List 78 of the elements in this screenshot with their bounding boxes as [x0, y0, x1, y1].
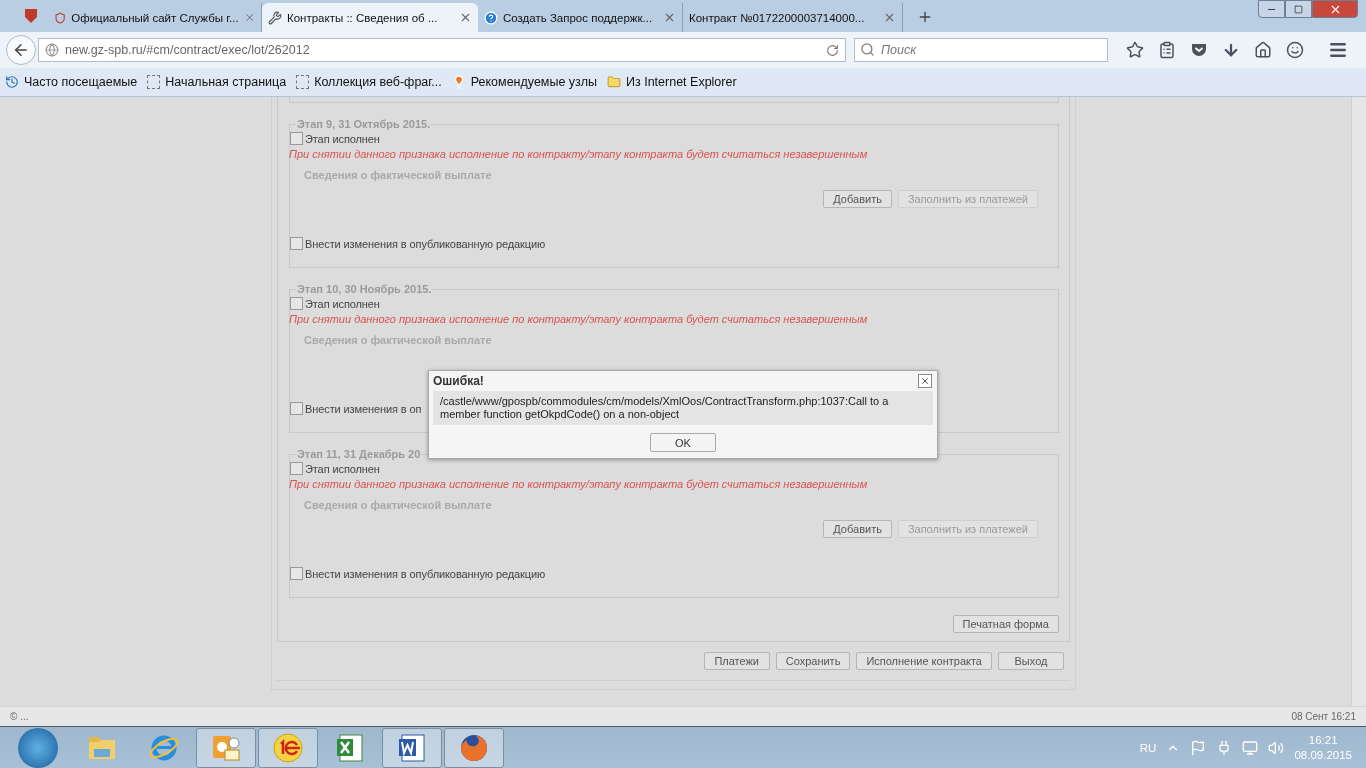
- browser-tab[interactable]: Контракты :: Сведения об ...: [262, 3, 478, 32]
- back-button[interactable]: [6, 35, 36, 65]
- stage-title: Этап 10, 30 Ноябрь 2015.: [296, 283, 433, 295]
- checkbox[interactable]: [290, 132, 303, 145]
- bookmark-link[interactable]: Рекомендуемые узлы: [470, 75, 597, 89]
- checkbox-label: Этап исполнен: [305, 132, 380, 145]
- checkbox-label: Внести изменения в оп: [305, 402, 422, 415]
- document-icon: [396, 731, 428, 764]
- search-icon: [860, 42, 875, 57]
- folder-icon: [607, 75, 621, 89]
- checkbox-label: Внести изменения в опубликованную редакцию: [305, 237, 546, 250]
- new-tab-icon[interactable]: [917, 9, 933, 25]
- close-icon[interactable]: [243, 11, 255, 24]
- menu-icon[interactable]: [1328, 40, 1348, 60]
- checkbox[interactable]: [290, 237, 303, 250]
- minimize-button[interactable]: [1258, 0, 1285, 18]
- page-icon: [296, 75, 310, 89]
- onec-logo-icon: [272, 731, 304, 764]
- pocket-icon[interactable]: [1190, 41, 1208, 59]
- smiley-icon[interactable]: [1286, 41, 1304, 59]
- search-field[interactable]: Поиск: [854, 38, 1108, 62]
- bookmark-link[interactable]: Начальная страница: [165, 75, 287, 89]
- print-form-button[interactable]: Печатная форма: [952, 615, 1059, 633]
- volume-icon[interactable]: [1268, 739, 1285, 756]
- start-button[interactable]: [18, 727, 58, 768]
- checkbox[interactable]: [290, 402, 303, 415]
- taskbar-app[interactable]: [196, 727, 256, 768]
- dialog-title: Ошибка!: [433, 373, 484, 389]
- close-icon: [920, 376, 930, 386]
- hammer-icon: [268, 10, 282, 25]
- footer-button[interactable]: Исполнение контракта: [856, 652, 992, 670]
- globe-icon: [45, 43, 59, 57]
- footer-button[interactable]: Сохранить: [775, 652, 851, 670]
- help-icon: [484, 10, 498, 25]
- emblem-icon: [24, 8, 38, 24]
- taskbar-app[interactable]: [382, 727, 442, 768]
- action-button[interactable]: Добавить: [823, 520, 892, 538]
- warning-text: При снятии данного признака исполнение по контракту/этапу контракта будет считаться незавершенным: [289, 313, 869, 325]
- checkbox[interactable]: [290, 297, 303, 310]
- bookmark-link[interactable]: Коллекция веб-фраг...: [314, 75, 442, 89]
- network-icon[interactable]: [1242, 739, 1259, 756]
- page-icon: [147, 75, 161, 89]
- checkbox[interactable]: [290, 462, 303, 475]
- bookmark-link[interactable]: Часто посещаемые: [24, 75, 138, 89]
- close-button[interactable]: [918, 374, 932, 388]
- emblem-icon: [54, 10, 67, 25]
- checkbox-label: Этап исполнен: [305, 297, 380, 310]
- restore-button[interactable]: [1285, 0, 1312, 18]
- stage-title: Этап 11, 31 Декабрь 20: [296, 448, 422, 460]
- scrollbar[interactable]: [1351, 97, 1366, 706]
- action-button[interactable]: Добавить: [823, 190, 892, 208]
- ok-button[interactable]: OK: [650, 433, 716, 452]
- close-icon[interactable]: [459, 11, 472, 24]
- stage-title: Этап 9, 31 Октябрь 2015.: [296, 118, 432, 130]
- checkbox-label: Этап исполнен: [305, 462, 380, 475]
- bookmark-star-icon[interactable]: [1126, 41, 1144, 59]
- close-icon[interactable]: [883, 11, 896, 24]
- clipboard-icon[interactable]: [1158, 41, 1176, 59]
- footer-button[interactable]: Платежи: [703, 652, 770, 670]
- taskbar-app[interactable]: [258, 727, 318, 768]
- reload-icon[interactable]: [826, 43, 839, 57]
- checkbox[interactable]: [290, 567, 303, 580]
- history-icon: [5, 75, 19, 89]
- flag-icon[interactable]: [1190, 739, 1207, 756]
- taskbar-app[interactable]: [444, 727, 504, 768]
- warning-text: При снятии данного признака исполнение по контракту/этапу контракта будет считаться незавершенным: [289, 478, 869, 490]
- status-date: 08 Сент 16:21: [1291, 711, 1356, 722]
- home-icon[interactable]: [1254, 41, 1272, 59]
- error-message: /castle/www/gpospb/commodules/cm/models/XmlOos/ContractTransform.php:1037:Call to a member function getOkpdCode() on a non-object: [433, 391, 933, 425]
- bookmark-link[interactable]: Из Internet Explorer: [626, 75, 737, 89]
- checkbox-label: Внести изменения в опубликованную редакцию: [305, 567, 546, 580]
- footer-button[interactable]: Выход: [998, 652, 1064, 670]
- restore-icon: [1294, 4, 1303, 14]
- spreadsheet-icon: [334, 731, 366, 764]
- close-icon[interactable]: [663, 11, 676, 24]
- status-text: © ...: [10, 711, 29, 722]
- download-icon[interactable]: [1222, 41, 1240, 59]
- warning-text: При снятии данного признака исполнение по контракту/этапу контракта будет считаться незавершенным: [289, 148, 869, 160]
